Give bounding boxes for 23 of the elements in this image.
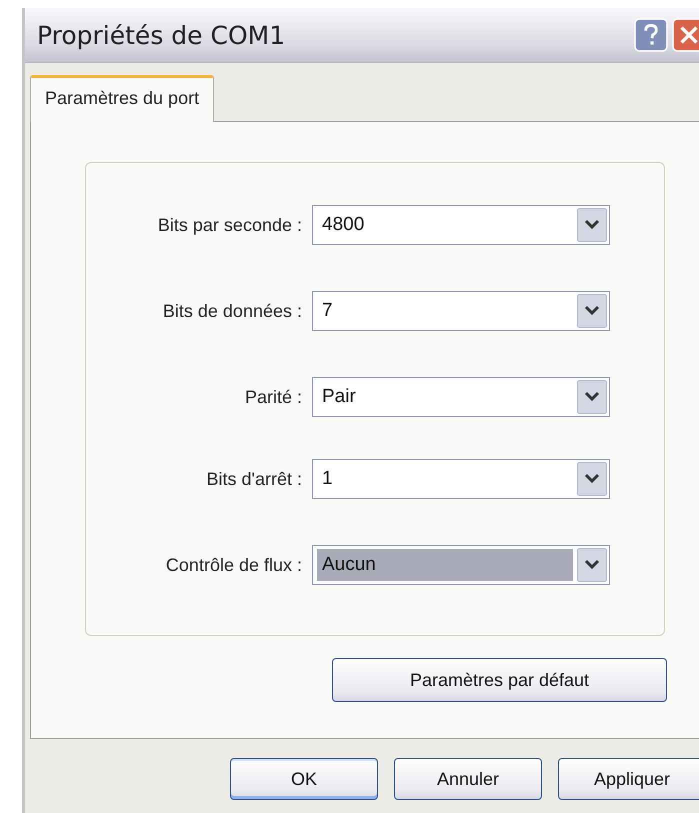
field-label: Parité : (244, 386, 302, 408)
dialog-button[interactable]: Appliquer (558, 758, 699, 800)
dropdown-field[interactable]: Aucun (312, 545, 610, 585)
field-value: 1 (321, 467, 334, 491)
field-label: Bits par seconde : (158, 214, 302, 236)
dropdown-field[interactable]: 7 (312, 291, 610, 331)
field-value: Aucun (317, 549, 573, 581)
field-label: Bits de données : (162, 300, 302, 322)
dropdown-field[interactable]: 1 (312, 459, 610, 499)
help-icon[interactable] (634, 18, 668, 52)
field-label: Contrôle de flux : (166, 554, 302, 576)
field-value: Pair (321, 385, 357, 409)
dropdown-field[interactable]: Pair (312, 377, 610, 417)
close-icon[interactable] (672, 18, 699, 52)
window-title: Propriétés de COM1 (37, 20, 286, 50)
field-value: 7 (321, 299, 334, 323)
tab[interactable]: Paramètres du port (30, 75, 214, 122)
field-label: Bits d'arrêt : (206, 468, 302, 490)
dialog-button[interactable]: Annuler (394, 758, 542, 800)
dropdown-field[interactable]: 4800 (312, 205, 610, 245)
field-value: 4800 (321, 213, 366, 237)
dialog-button[interactable]: OK (230, 758, 378, 800)
defaults-button[interactable]: Paramètres par défaut (332, 658, 667, 702)
